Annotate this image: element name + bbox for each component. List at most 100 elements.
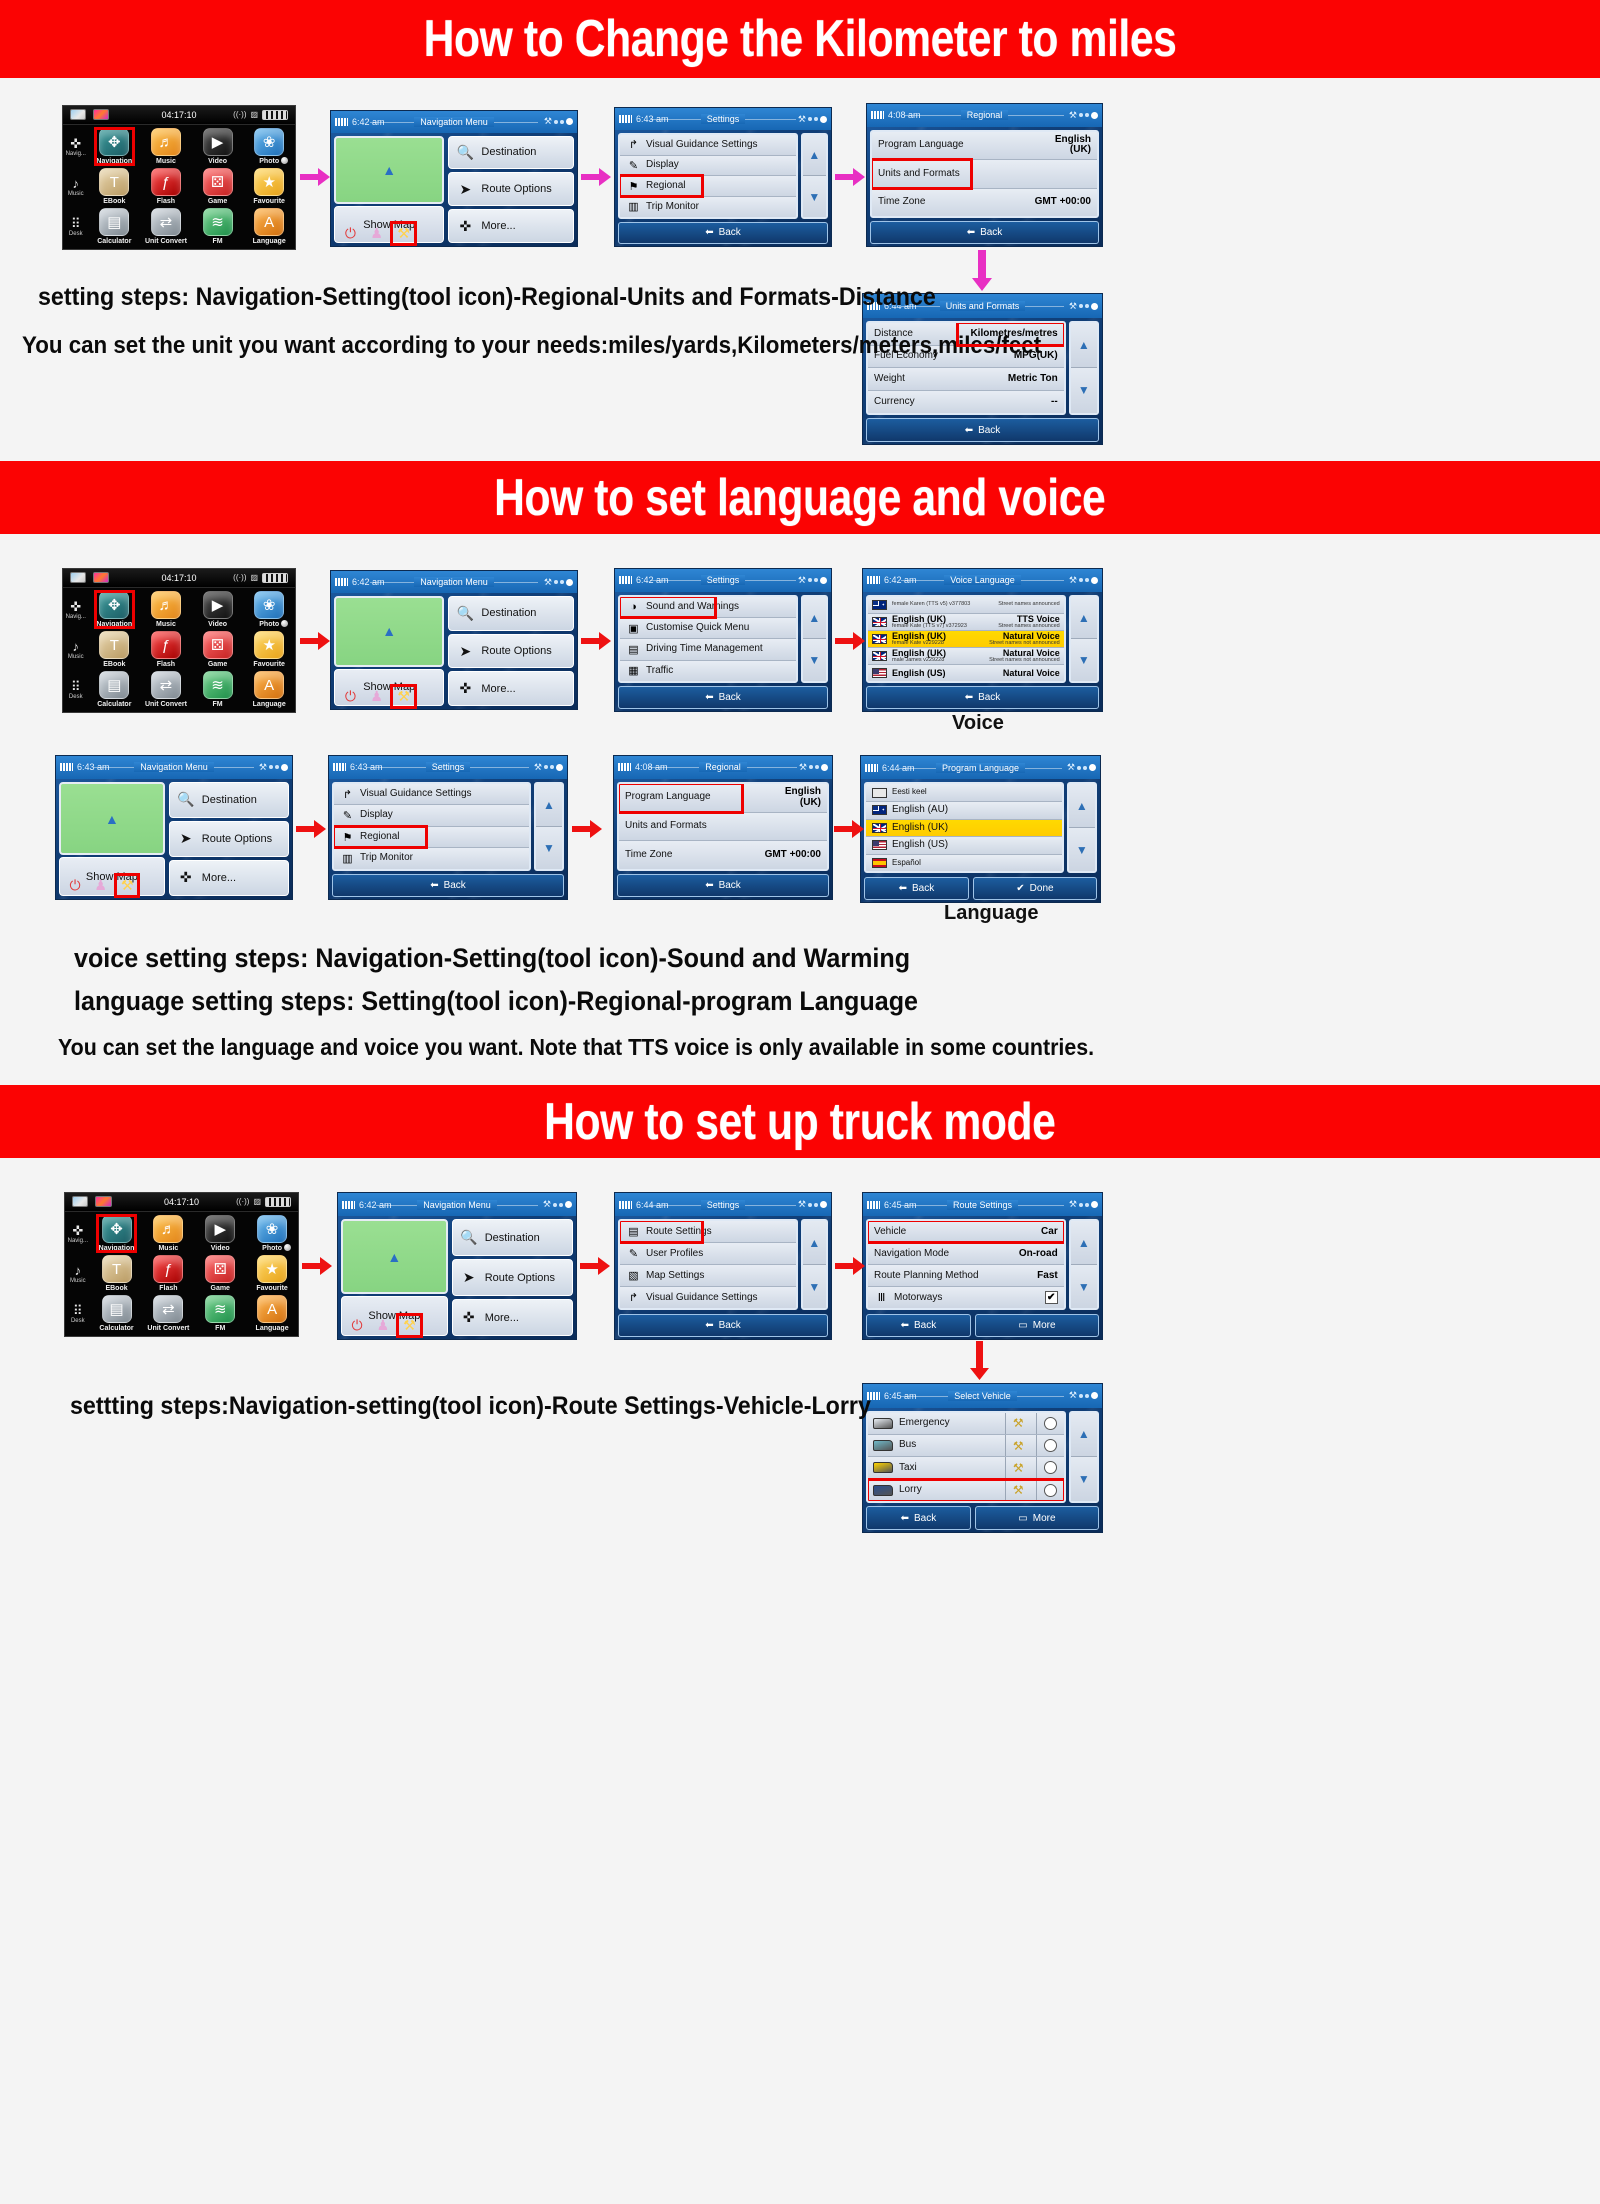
launcher-app-game[interactable]: ⚄ Game [194, 1254, 246, 1294]
list-scrollbar[interactable]: ▲ ▼ [1068, 321, 1099, 415]
more-button[interactable]: ▭ More [974, 1506, 1099, 1530]
launcher-app-video[interactable]: ▶ Video [194, 1214, 246, 1254]
scroll-down-button[interactable]: ▼ [1070, 368, 1097, 413]
settings-screen-route[interactable]: 6:44 am Settings ⚒ ▤ Route Settings ✎ User Pro… [614, 1192, 832, 1340]
settings-screen-regional-2[interactable]: 6:43 am Settings ⚒ ↱ Visual Guidance Setting… [328, 755, 568, 900]
launcher-app-ebook[interactable]: T EBook [91, 1254, 143, 1294]
navmenu-button-more[interactable]: ✜ More... [451, 1299, 573, 1336]
list-scrollbar[interactable]: ▲ ▼ [1068, 1219, 1099, 1311]
units-and-formats-screen[interactable]: 6:44 am Units and Formats ⚒ Distance Kilomet… [862, 293, 1103, 445]
vehicle-radio[interactable] [1035, 1479, 1064, 1501]
launcher-app-language[interactable]: A Language [243, 670, 295, 710]
navmenu-button-destination[interactable]: 🔍 Destination [448, 135, 574, 170]
launcher-rail-navig[interactable]: ✜ Navig... [63, 127, 89, 167]
back-button[interactable]: ⬅ Back [618, 221, 828, 244]
navmenu-button-routeoptions[interactable]: ➤ Route Options [168, 820, 289, 857]
scroll-up-button[interactable]: ▲ [802, 1221, 826, 1266]
launcher-app-music[interactable]: ♬ Music [142, 1214, 194, 1254]
program-language-screen[interactable]: 6:44 am Program Language ⚒ Eesti keel ✦ Engli… [860, 755, 1101, 903]
tools-icon[interactable]: ⚒ [396, 1313, 423, 1339]
launcher-app-navigation[interactable]: ✥ Navigation [91, 1214, 143, 1254]
launcher-app-unitconvert[interactable]: ⇄ Unit Convert [142, 1294, 194, 1334]
done-button[interactable]: ✔ Done [972, 876, 1097, 900]
launcher-app-ebook[interactable]: T EBook [89, 167, 141, 207]
launcher-app-flash[interactable]: ƒ Flash [140, 630, 192, 670]
list-row[interactable]: Time Zone GMT +00:00 [619, 841, 827, 869]
list-row[interactable]: ⚑ Regional [333, 824, 529, 850]
list-row[interactable]: Weight Metric Ton [868, 368, 1064, 391]
list-row[interactable]: ✦ English (AU) [866, 801, 1062, 820]
launcher-app-favourite[interactable]: ★ Favourite [243, 630, 295, 670]
back-button[interactable]: ⬅ Back [870, 221, 1099, 244]
launcher-app-video[interactable]: ▶ Video [192, 127, 244, 167]
list-row[interactable]: ▥ Trip Monitor [334, 848, 529, 869]
list-row[interactable]: Time Zone GMT +00:00 [872, 188, 1097, 217]
list-row[interactable]: ✎ Display [620, 155, 796, 177]
launcher-app-navigation[interactable]: ✥ Navigation [89, 590, 141, 630]
rocket-icon[interactable]: ♟ [94, 877, 107, 894]
scroll-up-button[interactable]: ▲ [1070, 1221, 1097, 1266]
launcher-rail-music[interactable]: ♪ Music [63, 167, 89, 207]
scroll-up-button[interactable]: ▲ [802, 135, 826, 177]
scroll-up-button[interactable]: ▲ [1070, 323, 1097, 369]
list-row[interactable]: ▦ Traffic [620, 660, 796, 682]
vehicle-row[interactable]: Taxi ⚒ [868, 1457, 1064, 1480]
map-preview[interactable]: ▲ [341, 1219, 448, 1295]
list-scrollbar[interactable]: ▲ ▼ [800, 1219, 828, 1311]
launcher-app-ebook[interactable]: T EBook [89, 630, 141, 670]
scroll-down-button[interactable]: ▼ [1070, 1457, 1097, 1501]
back-button[interactable]: ⬅ Back [866, 1506, 971, 1530]
list-row[interactable]: Currency -- [868, 390, 1064, 413]
scroll-up-button[interactable]: ▲ [1068, 784, 1095, 829]
scroll-up-button[interactable]: ▲ [1070, 1412, 1097, 1458]
navmenu-button-more[interactable]: ✜ More... [448, 671, 574, 706]
list-scrollbar[interactable]: ▲ ▼ [800, 133, 828, 219]
launcher-rail-navig[interactable]: ✜ Navig... [63, 590, 89, 630]
navigation-menu-screen-3[interactable]: 6:43 am Navigation Menu ⚒ ▲ Show Map 🔍 Destina… [55, 755, 293, 900]
launcher-app-flash[interactable]: ƒ Flash [142, 1254, 194, 1294]
launcher-app-navigation[interactable]: ✥ Navigation [89, 127, 141, 167]
list-row[interactable]: Español [866, 854, 1062, 872]
navigation-menu-screen-2[interactable]: 6:42 am Navigation Menu ⚒ ▲ Show Map 🔍 Destina… [330, 570, 578, 710]
vehicle-row[interactable]: Lorry ⚒ [867, 1477, 1064, 1501]
back-button[interactable]: ⬅ Back [866, 418, 1099, 442]
configure-icon[interactable]: ⚒ [1004, 1479, 1031, 1501]
list-scrollbar[interactable]: ▲ ▼ [800, 594, 828, 684]
launcher-app-game[interactable]: ⚄ Game [192, 167, 244, 207]
scroll-down-button[interactable]: ▼ [535, 826, 562, 869]
launcher-app-fm[interactable]: ≋ FM [194, 1294, 246, 1334]
vehicle-row[interactable]: Bus ⚒ [868, 1435, 1064, 1458]
voice-row[interactable]: English (US) Natural Voice [868, 664, 1064, 682]
power-icon[interactable]: ⏻ [352, 1317, 363, 1334]
power-icon[interactable]: ⏻ [345, 688, 356, 705]
back-button[interactable]: ⬅ Back [618, 686, 828, 709]
regional-screen[interactable]: 4:08 am Regional ⚒ Program Language English(… [866, 103, 1103, 247]
scroll-down-button[interactable]: ▼ [1068, 828, 1095, 872]
launcher-app-language[interactable]: A Language [246, 1294, 298, 1334]
vehicle-row[interactable]: Emergency ⚒ [868, 1412, 1064, 1435]
navmenu-button-routeoptions[interactable]: ➤ Route Options [448, 172, 574, 207]
scroll-down-button[interactable]: ▼ [1070, 639, 1097, 682]
voice-row[interactable]: English (UK) female Kate (TTS v7) v372923… [868, 613, 1064, 631]
navmenu-button-routeoptions[interactable]: ➤ Route Options [451, 1259, 573, 1297]
voice-row[interactable]: English (UK) male James v229228 Natural Vo… [868, 647, 1064, 665]
list-row[interactable]: Navigation Mode On-road [868, 1243, 1064, 1266]
launcher-app-favourite[interactable]: ★ Favourite [243, 167, 295, 207]
list-scrollbar[interactable]: ▲ ▼ [533, 781, 564, 871]
list-row[interactable]: ↱ Visual Guidance Settings [620, 135, 796, 156]
map-preview[interactable]: ▲ [334, 596, 445, 667]
scroll-down-button[interactable]: ▼ [802, 176, 826, 217]
list-row[interactable]: Units and Formats [619, 812, 827, 842]
list-row[interactable]: ◑ Sound and Warnings [619, 596, 796, 620]
scroll-down-button[interactable]: ▼ [802, 1265, 826, 1309]
more-button[interactable]: ▭ More [974, 1313, 1099, 1337]
configure-icon[interactable]: ⚒ [1004, 1457, 1031, 1479]
rocket-icon[interactable]: ♟ [370, 688, 383, 705]
back-button[interactable]: ⬅ Back [866, 686, 1099, 709]
launcher-rail-desk[interactable]: ⠿ Desk [63, 207, 89, 247]
vehicle-radio[interactable] [1035, 1412, 1064, 1434]
tools-icon[interactable]: ⚒ [113, 873, 141, 899]
list-row[interactable]: Program Language English (UK) [619, 783, 827, 814]
scroll-up-button[interactable]: ▲ [535, 783, 562, 827]
list-scrollbar[interactable]: ▲ ▼ [1068, 1410, 1099, 1503]
